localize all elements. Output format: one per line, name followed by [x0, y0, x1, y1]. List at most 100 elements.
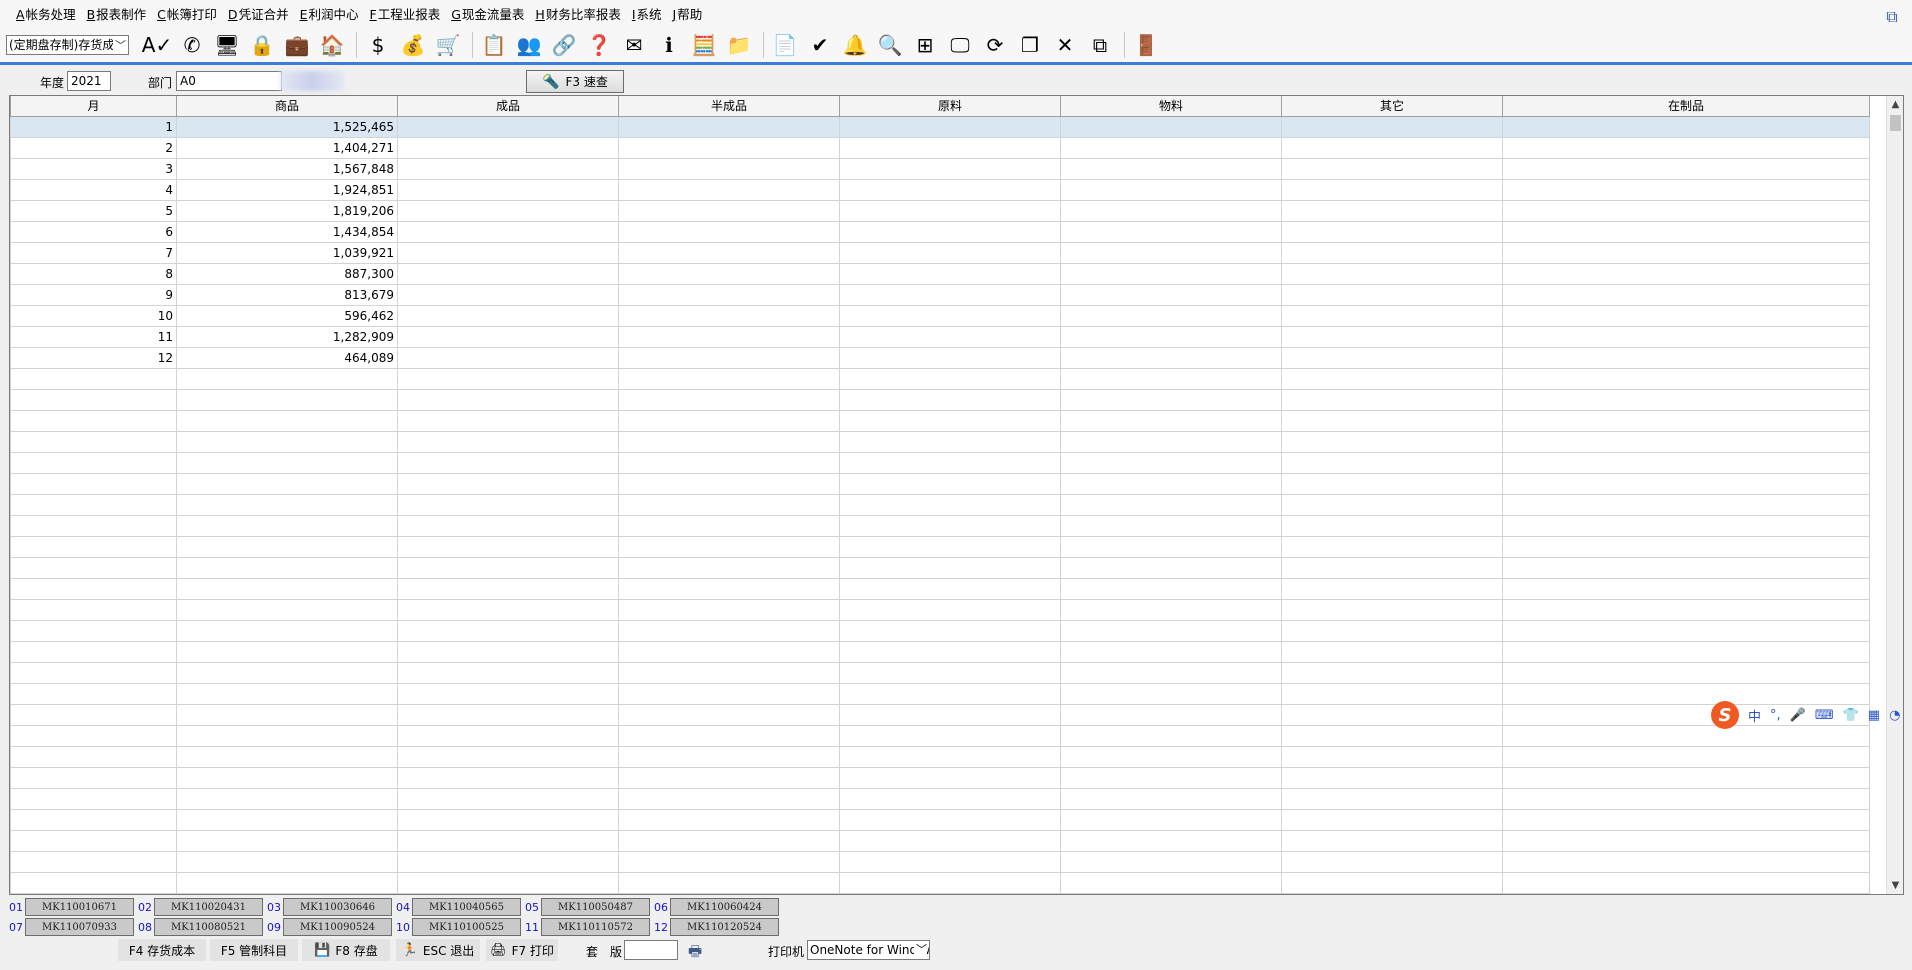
- table-cell[interactable]: [10, 829, 177, 852]
- voucher-code-button[interactable]: MK110070933: [25, 918, 134, 936]
- table-cell[interactable]: [1281, 178, 1503, 201]
- table-cell[interactable]: [1281, 661, 1503, 684]
- table-row[interactable]: [10, 850, 1870, 873]
- table-cell[interactable]: [10, 745, 177, 768]
- table-cell[interactable]: [618, 514, 840, 537]
- table-cell[interactable]: [1502, 388, 1870, 411]
- table-cell[interactable]: [839, 283, 1061, 306]
- table-cell[interactable]: [618, 724, 840, 747]
- table-cell[interactable]: [1060, 640, 1282, 663]
- table-cell[interactable]: [1281, 703, 1503, 726]
- table-cell[interactable]: [618, 199, 840, 222]
- search-icon[interactable]: 🔍: [874, 30, 906, 60]
- table-cell[interactable]: [1502, 556, 1870, 579]
- table-row[interactable]: [10, 808, 1870, 831]
- table-cell[interactable]: [1502, 808, 1870, 831]
- table-cell[interactable]: [10, 682, 177, 705]
- table-cell[interactable]: [1060, 598, 1282, 621]
- table-cell[interactable]: [1502, 220, 1870, 243]
- table-cell[interactable]: [397, 262, 619, 285]
- table-cell[interactable]: [839, 220, 1061, 243]
- table-cell[interactable]: [1060, 787, 1282, 810]
- table-cell[interactable]: [1281, 724, 1503, 747]
- table-cell[interactable]: [176, 451, 398, 474]
- table-cell[interactable]: [1281, 493, 1503, 516]
- table-cell[interactable]: [1281, 787, 1503, 810]
- table-cell[interactable]: [1281, 262, 1503, 285]
- menu-item-c[interactable]: C帐簿打印: [157, 4, 217, 23]
- table-row[interactable]: 5 1,819,206: [10, 199, 1870, 222]
- table-cell[interactable]: 8: [10, 262, 177, 285]
- table-cell[interactable]: 1,039,921: [176, 241, 398, 264]
- table-cell[interactable]: [1502, 640, 1870, 663]
- table-cell[interactable]: [618, 850, 840, 873]
- table-cell[interactable]: [839, 808, 1061, 831]
- table-cell[interactable]: [839, 325, 1061, 348]
- table-cell[interactable]: [1502, 661, 1870, 684]
- table-row[interactable]: 12 464,089: [10, 346, 1870, 369]
- table-row[interactable]: [10, 598, 1870, 621]
- table-cell[interactable]: [1281, 640, 1503, 663]
- voucher-code-button[interactable]: MK110030646: [283, 898, 392, 916]
- computer-icon[interactable]: 🖥: [211, 30, 243, 60]
- bell-icon[interactable]: 🔔: [839, 30, 871, 60]
- table-cell[interactable]: [176, 787, 398, 810]
- table-cell[interactable]: [839, 766, 1061, 789]
- table-cell[interactable]: [176, 535, 398, 558]
- table-cell[interactable]: [1281, 514, 1503, 537]
- table-cell[interactable]: [10, 703, 177, 726]
- dept-input[interactable]: A0: [176, 71, 282, 91]
- table-cell[interactable]: [1502, 472, 1870, 495]
- table-cell[interactable]: [839, 346, 1061, 369]
- table-cell[interactable]: [397, 829, 619, 852]
- table-cell[interactable]: [1060, 493, 1282, 516]
- table-cell[interactable]: [176, 619, 398, 642]
- table-cell[interactable]: [10, 409, 177, 432]
- warehouse-icon[interactable]: 🏠: [316, 30, 348, 60]
- monitor-icon[interactable]: 🖵: [944, 30, 976, 60]
- clipboard-icon[interactable]: 📋: [478, 30, 510, 60]
- help-doc-icon[interactable]: ❓: [583, 30, 615, 60]
- table-cell[interactable]: [397, 787, 619, 810]
- table-cell[interactable]: [618, 388, 840, 411]
- table-cell[interactable]: [1281, 430, 1503, 453]
- table-cell[interactable]: [839, 787, 1061, 810]
- table-row[interactable]: [10, 682, 1870, 705]
- scroll-down-icon[interactable]: ▼: [1887, 877, 1903, 894]
- voucher-code-button[interactable]: MK110120524: [670, 918, 779, 936]
- table-cell[interactable]: [1502, 283, 1870, 306]
- table-cell[interactable]: [618, 367, 840, 390]
- table-cell[interactable]: [1281, 766, 1503, 789]
- table-cell[interactable]: [1281, 577, 1503, 600]
- table-cell[interactable]: [397, 241, 619, 264]
- windows-icon[interactable]: ❐: [1014, 30, 1046, 60]
- table-cell[interactable]: [839, 703, 1061, 726]
- table-cell[interactable]: [1502, 598, 1870, 621]
- table-cell[interactable]: [618, 682, 840, 705]
- table-cell[interactable]: [176, 577, 398, 600]
- table-cell[interactable]: [397, 724, 619, 747]
- table-cell[interactable]: [397, 136, 619, 159]
- vertical-scrollbar[interactable]: ▲ ▼: [1886, 96, 1903, 894]
- table-cell[interactable]: [839, 451, 1061, 474]
- table-cell[interactable]: [1060, 808, 1282, 831]
- table-row[interactable]: 9 813,679: [10, 283, 1870, 306]
- table-cell[interactable]: [1281, 472, 1503, 495]
- table-cell[interactable]: [10, 808, 177, 831]
- table-cell[interactable]: [1060, 829, 1282, 852]
- table-cell[interactable]: [1502, 766, 1870, 789]
- table-cell[interactable]: [839, 829, 1061, 852]
- table-cell[interactable]: [10, 556, 177, 579]
- table-cell[interactable]: [618, 220, 840, 243]
- table-row[interactable]: [10, 661, 1870, 684]
- voucher-code-button[interactable]: MK110080521: [154, 918, 263, 936]
- table-cell[interactable]: 1: [10, 115, 177, 138]
- sogou-logo-icon[interactable]: S: [1711, 701, 1739, 729]
- column-header[interactable]: 其它: [1281, 96, 1503, 117]
- table-cell[interactable]: [1281, 304, 1503, 327]
- table-cell[interactable]: [1060, 283, 1282, 306]
- table-cell[interactable]: 887,300: [176, 262, 398, 285]
- skin-icon[interactable]: 👕: [1843, 708, 1859, 723]
- table-row[interactable]: [10, 472, 1870, 495]
- table-cell[interactable]: [1060, 388, 1282, 411]
